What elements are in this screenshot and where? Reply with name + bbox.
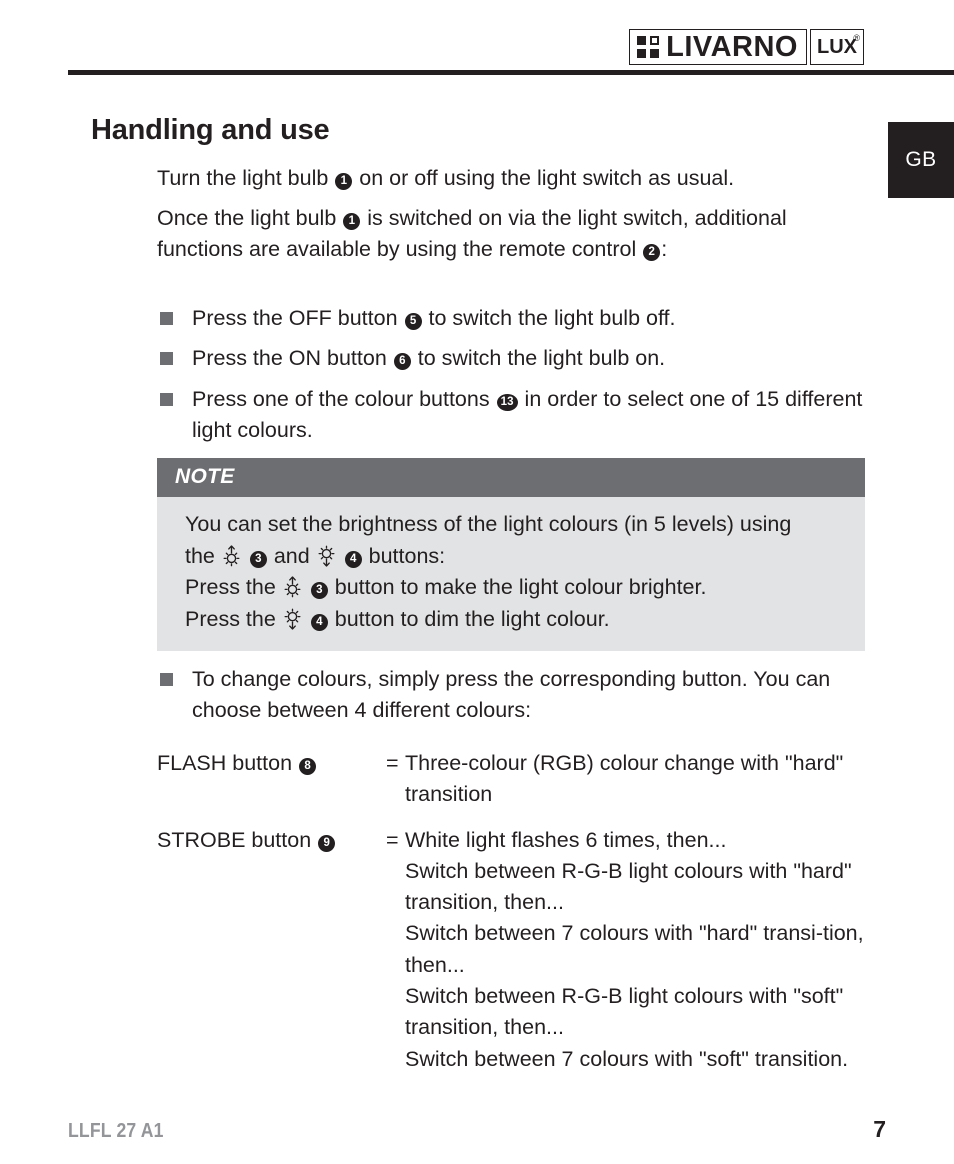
logo-lux-box: LUX ® bbox=[810, 29, 864, 65]
callout-marker-9: 9 bbox=[318, 834, 336, 852]
intro-paragraph-1: Turn the light bulb 1 on or off using th… bbox=[157, 166, 735, 190]
callout-marker-8: 8 bbox=[299, 758, 317, 775]
note-line: the 3 and 4 buttons: bbox=[185, 543, 446, 568]
logo-wordmark: LIVARNO bbox=[666, 30, 798, 63]
note-line: Press the 3 button to make the light col… bbox=[185, 575, 707, 600]
definition-description: White light flashes 6 times, then... Swit… bbox=[405, 825, 877, 1075]
logo-main-box: LIVARNO bbox=[629, 29, 807, 65]
brightness-down-icon bbox=[318, 545, 335, 567]
definition-equals-sign: = bbox=[386, 751, 399, 775]
brightness-up-icon bbox=[284, 576, 301, 598]
definition-description-line: Switch between R-G-B light colours with … bbox=[405, 983, 844, 1040]
page-footer: LLFL 27 A1 7 bbox=[68, 1116, 886, 1143]
instruction-list: Press the OFF button 5 to switch the lig… bbox=[160, 303, 870, 456]
list-item: To change colours, simply press the corr… bbox=[160, 664, 870, 727]
definition-description-line: Switch between R-G-B light colours with … bbox=[405, 858, 852, 915]
list-item: Press one of the colour buttons 13 in or… bbox=[160, 384, 870, 447]
brightness-up-icon bbox=[223, 544, 240, 566]
language-tab-gb: GB bbox=[888, 122, 954, 198]
list-item: Press the ON button 6 to switch the ligh… bbox=[160, 343, 870, 374]
callout-marker-1: 1 bbox=[343, 213, 361, 230]
callout-marker-6: 6 bbox=[393, 353, 411, 371]
page-title: Handling and use bbox=[91, 114, 330, 146]
bullet-square-icon bbox=[160, 392, 173, 406]
brand-logo: LIVARNO LUX ® bbox=[629, 29, 864, 65]
list-item-text: Press the OFF button 5 to switch the lig… bbox=[192, 306, 676, 330]
window-pane-icon bbox=[637, 36, 660, 58]
note-line: Press the 4 button to dim the light colo… bbox=[185, 606, 610, 631]
callout-marker-2: 2 bbox=[643, 243, 661, 261]
definition-description-line: Switch between 7 colours with "hard" tra… bbox=[405, 921, 864, 977]
logo-lux-text: LUX bbox=[817, 36, 857, 58]
list-item: Press the OFF button 5 to switch the lig… bbox=[160, 303, 870, 334]
registered-mark-icon: ® bbox=[853, 33, 860, 43]
footer-page-number: 7 bbox=[873, 1116, 886, 1142]
definition-description-line: Switch between 7 colours with "soft" tra… bbox=[405, 1046, 849, 1071]
callout-marker-4: 4 bbox=[344, 550, 362, 568]
definition-row: FLASH button 8 = Three-colour (RGB) colour… bbox=[157, 748, 877, 811]
note-line: You can set the brightness of the light … bbox=[185, 512, 792, 536]
header-divider bbox=[68, 70, 954, 75]
callout-marker-4: 4 bbox=[310, 613, 328, 631]
definition-row: STROBE button 9 = White light flashes 6 ti… bbox=[157, 825, 877, 1075]
definition-description: Three-colour (RGB) colour change with "h… bbox=[405, 748, 877, 811]
callout-marker-3: 3 bbox=[310, 582, 328, 600]
list-item-text: To change colours, simply press the corr… bbox=[192, 667, 831, 723]
footer-model-number: LLFL 27 A1 bbox=[68, 1120, 164, 1142]
note-header-label: NOTE bbox=[157, 458, 865, 497]
definition-term: STROBE button 9 bbox=[157, 825, 386, 856]
brightness-down-icon bbox=[284, 608, 301, 630]
callout-marker-1: 1 bbox=[335, 173, 353, 190]
bullet-square-icon bbox=[160, 352, 173, 366]
callout-marker-13: 13 bbox=[496, 393, 518, 411]
bullet-square-icon bbox=[160, 312, 173, 325]
definition-description-line: Three-colour (RGB) colour change with "h… bbox=[405, 751, 844, 807]
bullet-square-icon bbox=[160, 673, 173, 686]
list-item-text: Press the ON button 6 to switch the ligh… bbox=[192, 346, 666, 371]
definition-description-line: White light flashes 6 times, then... bbox=[405, 827, 727, 852]
callout-marker-5: 5 bbox=[404, 313, 422, 330]
definition-term: FLASH button 8 bbox=[157, 748, 386, 779]
callout-marker-3: 3 bbox=[249, 550, 267, 568]
note-callout: NOTE You can set the brightness of the l… bbox=[157, 458, 865, 652]
list-item-text: Press one of the colour buttons 13 in or… bbox=[192, 386, 863, 443]
intro-paragraph-2: Once the light bulb 1 is switched on via… bbox=[157, 206, 787, 261]
definition-equals-sign: = bbox=[386, 827, 399, 852]
note-body: You can set the brightness of the light … bbox=[157, 497, 865, 652]
button-definition-list: FLASH button 8 = Three-colour (RGB) colour… bbox=[157, 748, 877, 1089]
instruction-list-secondary: To change colours, simply press the corr… bbox=[160, 664, 870, 736]
